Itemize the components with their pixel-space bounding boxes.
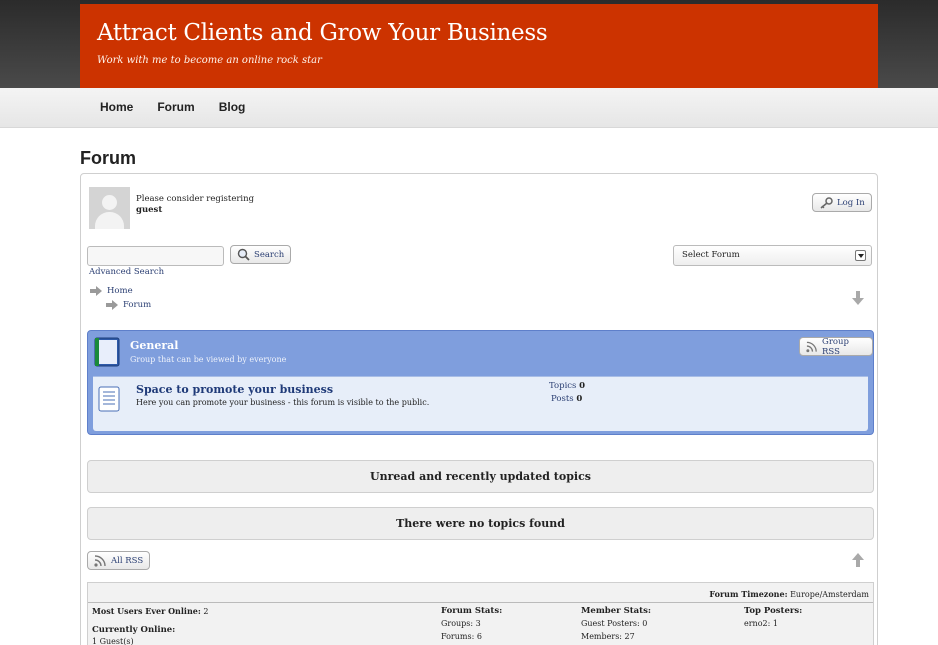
breadcrumb-home-label: Home	[107, 286, 133, 296]
rss-icon	[94, 554, 106, 567]
forum-timezone: Forum Timezone: Europe/Amsterdam	[709, 589, 869, 599]
posts-label: Posts	[551, 394, 574, 404]
group-rss-label: Group RSS	[822, 336, 849, 357]
no-topics-bar: There were no topics found	[87, 507, 874, 540]
forum-posts-stat: Posts 0	[551, 394, 582, 404]
forum-topics-stat: Topics 0	[549, 381, 585, 391]
nav-item-blog[interactable]: Blog	[219, 100, 246, 114]
forums-count: Forums: 6	[441, 632, 482, 641]
key-icon	[820, 196, 833, 209]
topics-count: 0	[579, 381, 586, 391]
advanced-search-link[interactable]: Advanced Search	[89, 267, 164, 277]
search-button[interactable]: Search	[230, 245, 292, 264]
most-users-value: 2	[203, 607, 209, 616]
forum-stats-label: Forum Stats:	[441, 606, 503, 616]
nav-item-home[interactable]: Home	[100, 100, 133, 114]
magnifier-icon	[237, 248, 250, 261]
scroll-up-icon[interactable]	[852, 553, 864, 567]
forum-panel: Please consider registering guest Log In…	[80, 173, 878, 645]
main-nav: Home Forum Blog	[100, 100, 245, 114]
breadcrumb-forum-label: Forum	[123, 300, 152, 310]
topics-label: Topics	[549, 381, 577, 391]
forum-stats: Forum Timezone: Europe/Amsterdam Most Us…	[87, 582, 874, 645]
search-button-label: Search	[254, 249, 285, 260]
guest-posters-count: Guest Posters: 0	[581, 619, 648, 628]
user-name: guest	[136, 205, 163, 215]
site-tagline: Work with me to become an online rock st…	[97, 55, 322, 66]
forum-description: Here you can promote your business - thi…	[136, 398, 430, 407]
all-rss-button[interactable]: All RSS	[87, 551, 151, 570]
stats-divider	[88, 602, 873, 603]
forum-row: Space to promote your business Here you …	[93, 376, 868, 431]
currently-online-label: Currently Online:	[92, 625, 176, 635]
book-icon	[94, 337, 120, 367]
group-title[interactable]: General	[130, 339, 179, 352]
guests-online: 1 Guest(s)	[92, 637, 134, 645]
breadcrumb-home[interactable]: Home	[89, 286, 133, 296]
group-rss-button[interactable]: Group RSS	[799, 336, 873, 357]
top-poster-entry[interactable]: erno2: 1	[744, 619, 778, 628]
forum-title-link[interactable]: Space to promote your business	[136, 383, 333, 396]
forum-group-general: General Group that can be viewed by ever…	[87, 330, 874, 435]
group-description: Group that can be viewed by everyone	[130, 355, 287, 364]
member-stats-label: Member Stats:	[581, 606, 652, 616]
scroll-down-icon[interactable]	[852, 291, 864, 305]
unread-topics-bar[interactable]: Unread and recently updated topics	[87, 460, 874, 493]
register-message: Please consider registering	[136, 194, 255, 204]
search-input[interactable]	[87, 246, 224, 266]
select-forum-dropdown[interactable]: Select Forum	[673, 245, 872, 266]
members-count: Members: 27	[581, 632, 635, 641]
posts-count: 0	[576, 394, 583, 404]
breadcrumb-arrow-icon	[106, 300, 118, 310]
timezone-value: Europe/Amsterdam	[790, 590, 869, 599]
chevron-down-icon[interactable]	[855, 250, 866, 261]
site-header: Attract Clients and Grow Your Business W…	[80, 4, 878, 88]
login-button-label: Log In	[837, 197, 865, 208]
top-posters-label: Top Posters:	[744, 606, 803, 616]
login-button[interactable]: Log In	[812, 193, 872, 212]
site-title[interactable]: Attract Clients and Grow Your Business	[97, 20, 548, 46]
most-users-online: Most Users Ever Online: 2	[92, 606, 208, 616]
default-avatar-icon	[89, 187, 130, 229]
select-forum-value: Select Forum	[682, 250, 740, 260]
all-rss-label: All RSS	[111, 555, 144, 566]
nav-item-forum[interactable]: Forum	[157, 100, 194, 114]
document-icon	[98, 386, 120, 412]
breadcrumb-arrow-icon	[90, 286, 102, 296]
breadcrumb-forum[interactable]: Forum	[105, 300, 151, 310]
most-users-label: Most Users Ever Online:	[92, 606, 201, 616]
rss-icon	[806, 341, 817, 352]
groups-count: Groups: 3	[441, 619, 481, 628]
timezone-label: Forum Timezone:	[709, 589, 788, 599]
page-title: Forum	[80, 148, 136, 168]
